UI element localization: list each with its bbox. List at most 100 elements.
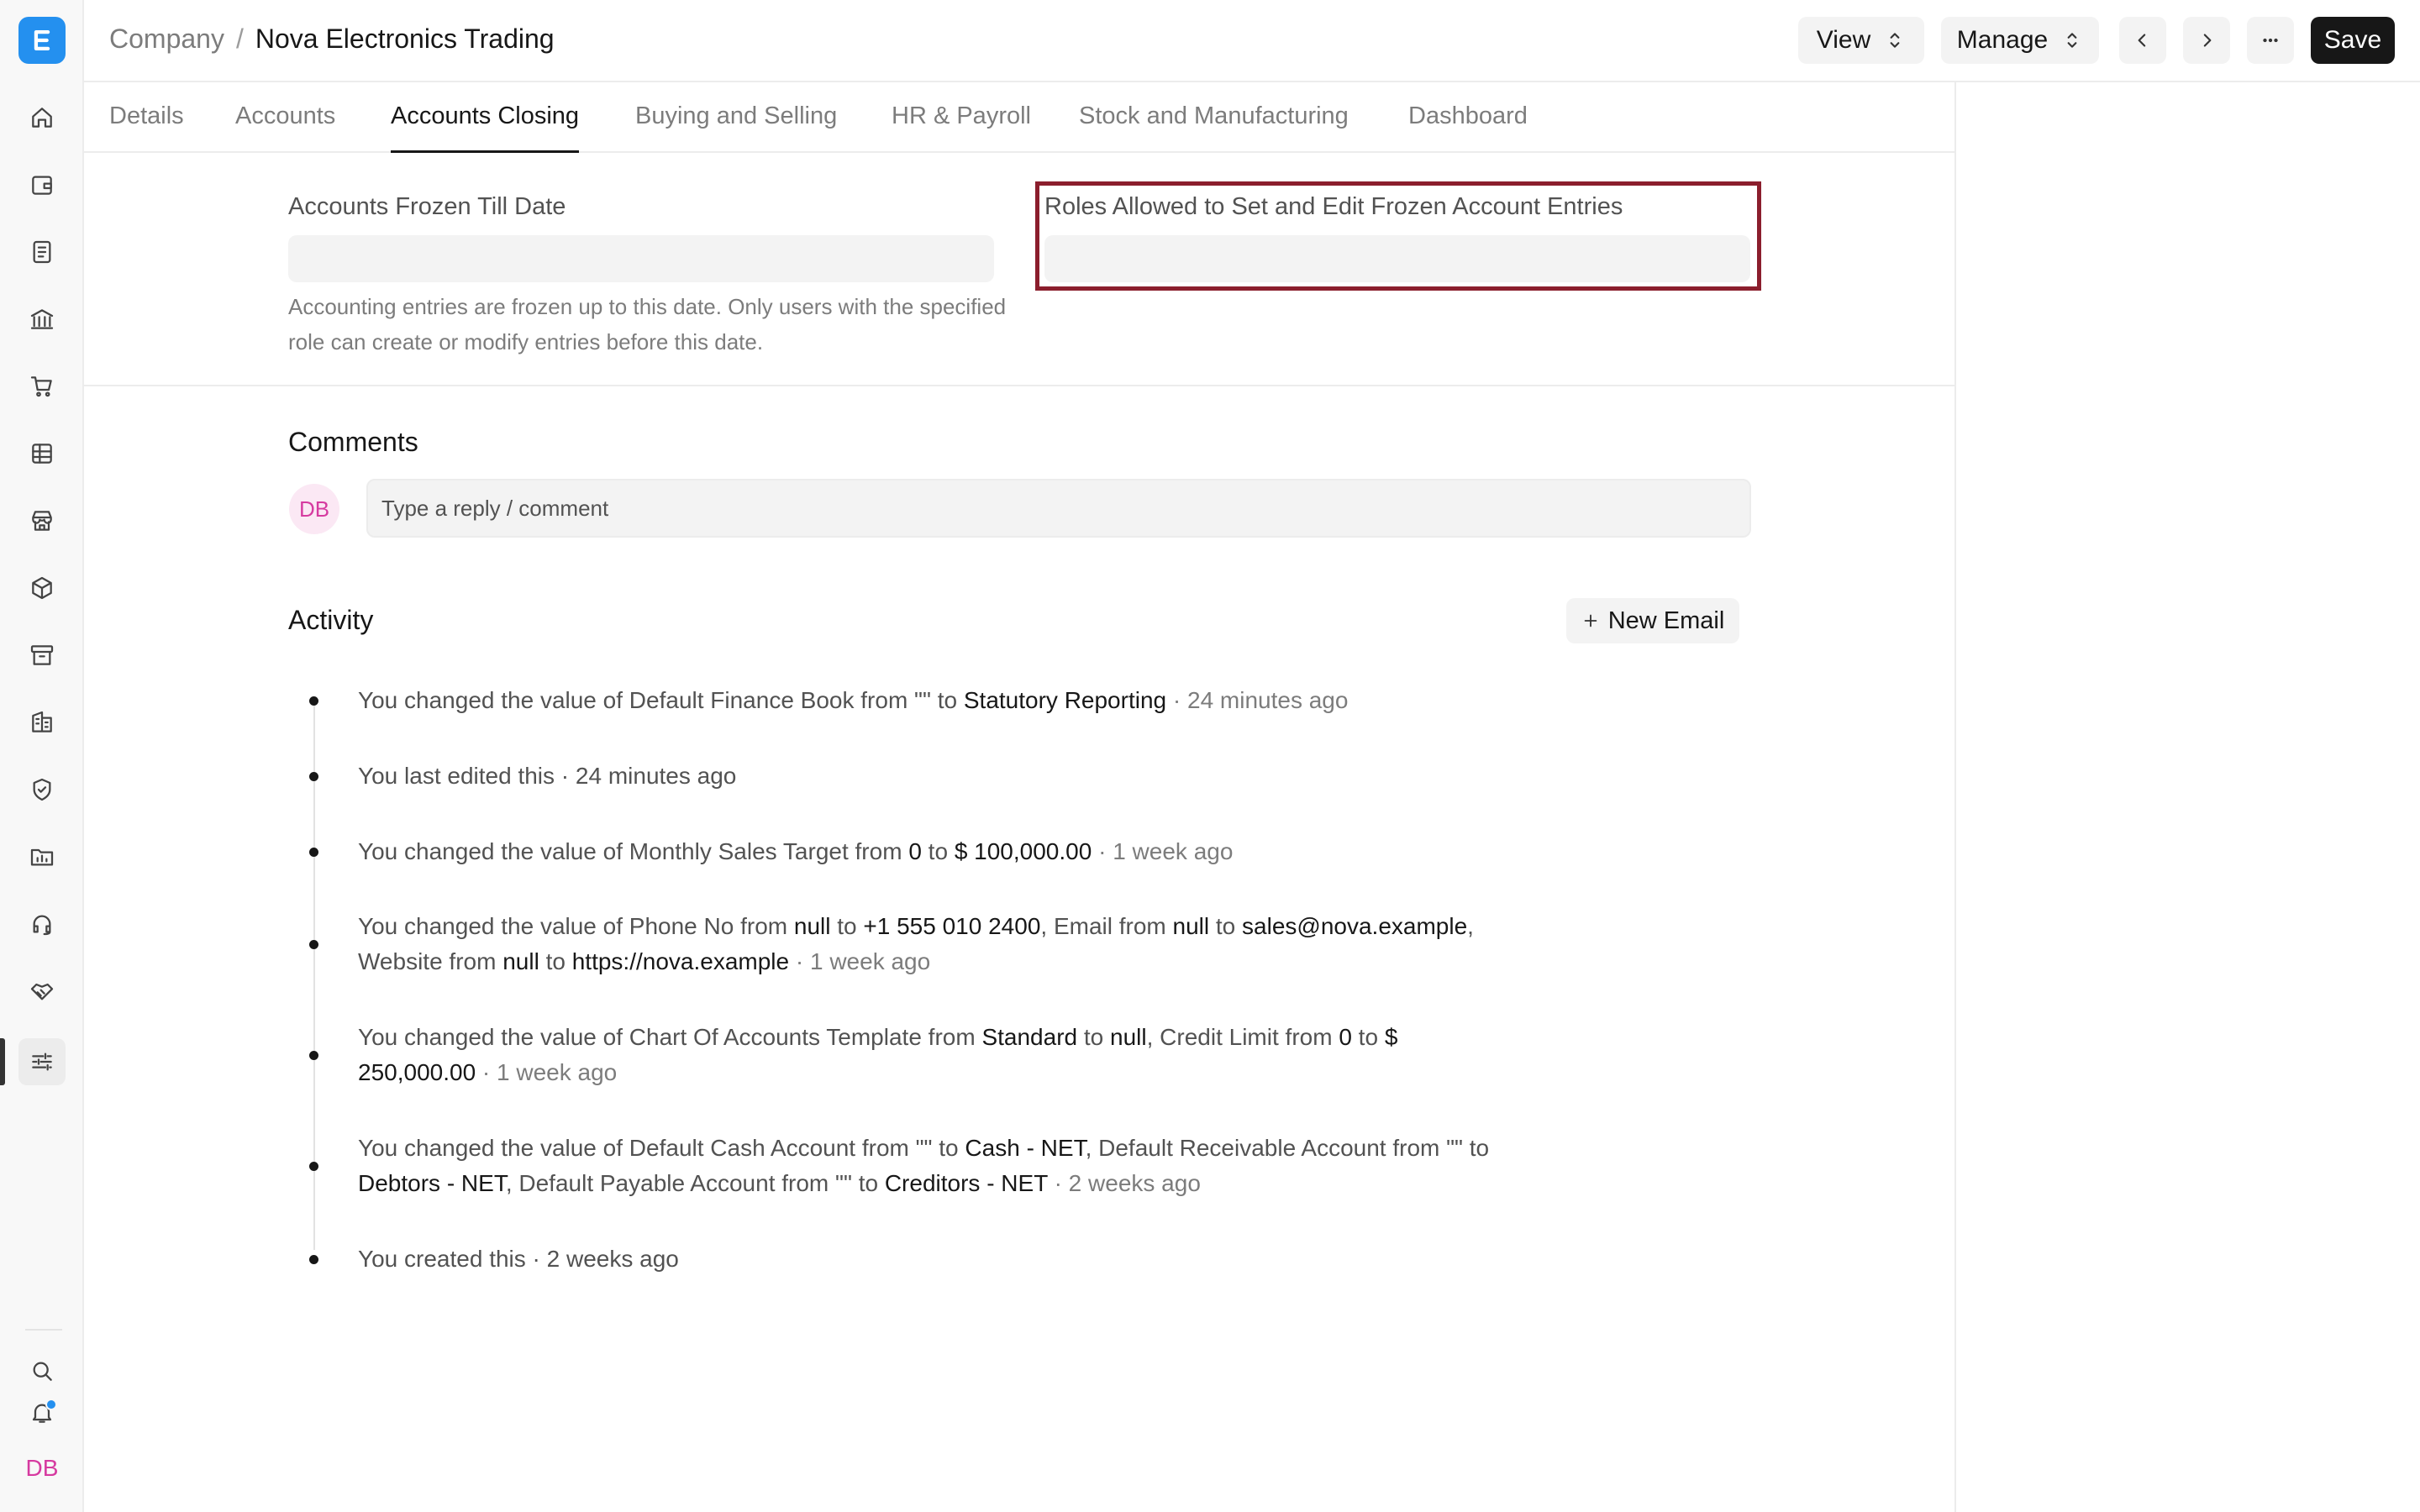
activity-value: +1 555 010 2400 xyxy=(863,913,1041,939)
notification-badge xyxy=(45,1399,57,1410)
activity-timestamp: · 2 weeks ago xyxy=(1047,1170,1201,1196)
more-horizontal-icon xyxy=(2263,38,2278,43)
more-actions-button[interactable] xyxy=(2247,17,2294,64)
activity-text: to xyxy=(1351,1024,1385,1050)
sidebar-item-organization[interactable] xyxy=(18,699,66,746)
activity-bullet xyxy=(309,1162,318,1171)
previous-record-button[interactable] xyxy=(2119,17,2166,64)
sidebar-item-home[interactable] xyxy=(18,94,66,141)
chevron-left-icon xyxy=(2138,34,2146,47)
sidebar-item-reports[interactable] xyxy=(18,430,66,477)
activity-bullet xyxy=(309,940,318,949)
sidebar-divider xyxy=(25,1329,62,1331)
activity-value: $ 100,000.00 xyxy=(954,838,1092,864)
shield-icon xyxy=(33,778,51,801)
manage-button[interactable]: Manage xyxy=(1941,17,2099,64)
activity-text: to xyxy=(921,838,955,864)
activity-item: You changed the value of Default Cash Ac… xyxy=(358,1131,1501,1201)
breadcrumb-company-link[interactable]: Company xyxy=(109,24,224,55)
activity-item: You changed the value of Phone No from n… xyxy=(358,909,1501,979)
sidebar-item-quality[interactable] xyxy=(18,766,66,813)
logo-icon xyxy=(34,29,50,51)
comment-input[interactable] xyxy=(366,479,1751,538)
activity-bullet xyxy=(309,696,318,706)
activity-text: , Default Payable Account from "" to xyxy=(505,1170,885,1196)
tab-buying-and-selling[interactable]: Buying and Selling xyxy=(635,102,837,153)
sidebar-item-crm[interactable] xyxy=(18,968,66,1015)
activity-value: 0 xyxy=(908,838,922,864)
sidebar-item-banking[interactable] xyxy=(18,296,66,343)
sidebar-item-stock[interactable] xyxy=(18,564,66,612)
chevron-up-down-icon xyxy=(1890,33,1900,48)
user-avatar[interactable]: DB xyxy=(18,1445,66,1492)
activity-text: You changed the value of Default Finance… xyxy=(358,687,964,713)
sidebar-item-settings[interactable] xyxy=(18,1038,66,1085)
activity-value: null xyxy=(502,948,539,974)
activity-bullet xyxy=(309,1051,318,1060)
document-icon xyxy=(33,240,51,264)
new-email-button[interactable]: New Email xyxy=(1566,598,1739,643)
next-record-button[interactable] xyxy=(2183,17,2230,64)
activity-value: https://nova.example xyxy=(571,948,790,974)
activity-timestamp: · 24 minutes ago xyxy=(1166,687,1349,713)
search-icon xyxy=(33,1362,52,1381)
sidebar-item-selling[interactable] xyxy=(18,497,66,544)
sidebar-item-documents[interactable] xyxy=(18,228,66,276)
activity-text: , Credit Limit from xyxy=(1146,1024,1339,1050)
activity-timestamp: · 1 week ago xyxy=(476,1059,618,1085)
home-icon xyxy=(32,108,52,128)
activity-value: sales@nova.example xyxy=(1242,913,1468,939)
bank-icon xyxy=(30,309,54,329)
section-divider xyxy=(84,385,1954,386)
package-icon xyxy=(32,576,52,600)
activity-value: null xyxy=(1110,1024,1147,1050)
activity-text: You changed the value of Chart Of Accoun… xyxy=(358,1024,982,1050)
activity-text: You created this · 2 weeks ago xyxy=(358,1246,679,1272)
activity-value: null xyxy=(1172,913,1210,939)
activity-text: You changed the value of Phone No from xyxy=(358,913,794,939)
headset-icon xyxy=(33,915,51,936)
activity-timestamp: · 1 week ago xyxy=(789,948,931,974)
sidebar-item-assets[interactable] xyxy=(18,632,66,679)
breadcrumb-separator: / xyxy=(235,24,244,54)
activity-item: You last edited this · 24 minutes ago xyxy=(358,759,1501,794)
tab-hr-payroll[interactable]: HR & Payroll xyxy=(892,102,1031,153)
sidebar-item-support[interactable] xyxy=(18,900,66,948)
view-button[interactable]: View xyxy=(1798,17,1924,64)
activity-text: , Email from xyxy=(1040,913,1173,939)
activity-value: Cash - NET xyxy=(965,1135,1086,1161)
frozen-till-date-input[interactable] xyxy=(288,235,994,282)
activity-text: You last edited this · 24 minutes ago xyxy=(358,763,737,789)
activity-item: You changed the value of Chart Of Accoun… xyxy=(358,1020,1501,1090)
manage-button-label: Manage xyxy=(1956,26,2049,54)
wallet-icon xyxy=(32,176,52,195)
tab-dashboard[interactable]: Dashboard xyxy=(1408,102,1528,153)
sidebar-item-accounting[interactable] xyxy=(18,161,66,208)
frozen-till-date-description: Accounting entries are frozen up to this… xyxy=(288,294,1007,354)
tab-accounts[interactable]: Accounts xyxy=(235,102,335,153)
plus-icon xyxy=(1584,614,1597,627)
form-tabs: Details Accounts Accounts Closing Buying… xyxy=(84,84,1956,153)
activity-title: Activity xyxy=(288,605,374,635)
activity-item: You changed the value of Default Finance… xyxy=(358,683,1501,718)
activity-text: to xyxy=(830,913,864,939)
sidebar-notifications[interactable] xyxy=(18,1389,66,1436)
sidebar-search[interactable] xyxy=(18,1347,66,1394)
activity-text: to xyxy=(1209,913,1243,939)
tab-stock-and-manufacturing[interactable]: Stock and Manufacturing xyxy=(1079,102,1349,153)
tab-details[interactable]: Details xyxy=(109,102,184,153)
app-logo[interactable] xyxy=(18,17,66,64)
tab-accounts-closing[interactable]: Accounts Closing xyxy=(391,102,580,153)
table-icon xyxy=(32,444,52,464)
sidebar: DB xyxy=(0,0,84,1512)
sidebar-item-projects[interactable] xyxy=(18,833,66,880)
activity-value: Debtors - NET xyxy=(358,1170,506,1196)
activity-text: to xyxy=(1077,1024,1111,1050)
activity-text: You changed the value of Default Cash Ac… xyxy=(358,1135,965,1161)
cart-icon xyxy=(30,376,52,397)
roles-field-highlight xyxy=(1035,181,1761,291)
frozen-till-date-label: Accounts Frozen Till Date xyxy=(288,193,566,220)
activity-text: to xyxy=(539,948,572,974)
save-button[interactable]: Save xyxy=(2311,17,2395,64)
sidebar-item-buying[interactable] xyxy=(18,363,66,410)
